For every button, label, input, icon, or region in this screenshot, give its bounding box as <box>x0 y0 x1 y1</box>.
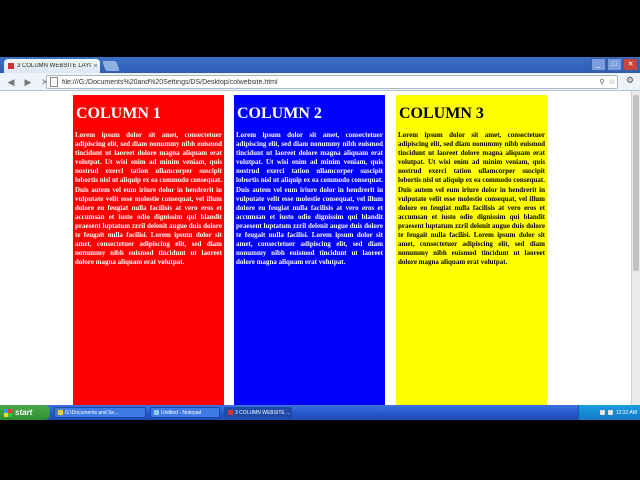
minimize-button[interactable]: _ <box>591 58 606 71</box>
browser-toolbar: ◀ ▶ ✕ file:///G:/Documents%20and%20Setti… <box>0 73 640 91</box>
close-window-button[interactable]: ✕ <box>623 58 638 71</box>
browser-tab[interactable]: 3 COLUMN WEBSITE LAYOU × <box>4 59 100 73</box>
taskbar: start G:\Documents and Se... Untitled - … <box>0 405 640 420</box>
tab-close-icon[interactable]: × <box>91 63 100 70</box>
zoom-icon[interactable]: ⚲ <box>597 78 607 86</box>
browser-icon <box>228 410 233 415</box>
address-bar[interactable]: file:///G:/Documents%20and%20Settings/DS… <box>46 75 618 89</box>
notepad-icon <box>154 410 159 415</box>
back-button[interactable]: ◀ <box>5 76 17 88</box>
column-2: COLUMN 2 Lorem ipsum dolor sit amet, con… <box>234 95 385 420</box>
column-2-text: Lorem ipsum dolor sit amet, consectetuer… <box>236 131 384 267</box>
column-2-heading: COLUMN 2 <box>237 105 322 122</box>
vertical-scrollbar[interactable] <box>631 91 640 420</box>
taskbar-item-notepad[interactable]: Untitled - Notepad <box>150 407 220 418</box>
maximize-button[interactable]: □ <box>607 58 622 71</box>
window-controls: _ □ ✕ <box>591 58 638 71</box>
column-3-text: Lorem ipsum dolor sit amet, consectetuer… <box>398 131 546 267</box>
browser-tab-strip: 3 COLUMN WEBSITE LAYOU × _ □ ✕ <box>0 57 640 73</box>
taskbar-item-label: G:\Documents and Se... <box>65 409 119 416</box>
clock: 12:32 AM <box>615 409 637 416</box>
scrollbar-thumb[interactable] <box>633 95 639 271</box>
column-1-text: Lorem ipsum dolor sit amet, consectetuer… <box>75 131 223 267</box>
page-content: COLUMN 1 Lorem ipsum dolor sit amet, con… <box>0 91 632 420</box>
taskbar-item-label: Untitled - Notepad <box>161 409 202 416</box>
column-3: COLUMN 3 Lorem ipsum dolor sit amet, con… <box>396 95 547 420</box>
tab-title: 3 COLUMN WEBSITE LAYOU <box>17 63 91 69</box>
windows-flag-icon <box>4 408 12 417</box>
column-1-heading: COLUMN 1 <box>76 105 161 122</box>
folder-icon <box>58 410 63 415</box>
forward-button[interactable]: ▶ <box>22 76 34 88</box>
screen: 3 COLUMN WEBSITE LAYOU × _ □ ✕ ◀ ▶ ✕ fil… <box>0 57 640 420</box>
new-tab-button[interactable] <box>102 61 120 71</box>
column-3-heading: COLUMN 3 <box>399 105 484 122</box>
wrench-menu-icon[interactable]: ⚙ <box>624 75 636 87</box>
system-tray: 12:32 AM <box>578 405 640 420</box>
volume-icon[interactable] <box>599 410 605 415</box>
taskbar-item-label: 3 COLUMN WEBSITE ... <box>235 409 291 416</box>
start-label: start <box>15 408 33 417</box>
page-favicon-icon <box>8 63 14 69</box>
column-1: COLUMN 1 Lorem ipsum dolor sit amet, con… <box>73 95 224 420</box>
taskbar-item-explorer[interactable]: G:\Documents and Se... <box>54 407 146 418</box>
bookmark-star-icon[interactable]: ☆ <box>607 78 617 86</box>
url-text[interactable]: file:///G:/Documents%20and%20Settings/DS… <box>62 79 597 86</box>
taskbar-item-browser[interactable]: 3 COLUMN WEBSITE ... <box>224 407 292 418</box>
page-icon <box>50 77 58 87</box>
start-button[interactable]: start <box>0 405 50 420</box>
network-icon[interactable] <box>607 410 613 415</box>
